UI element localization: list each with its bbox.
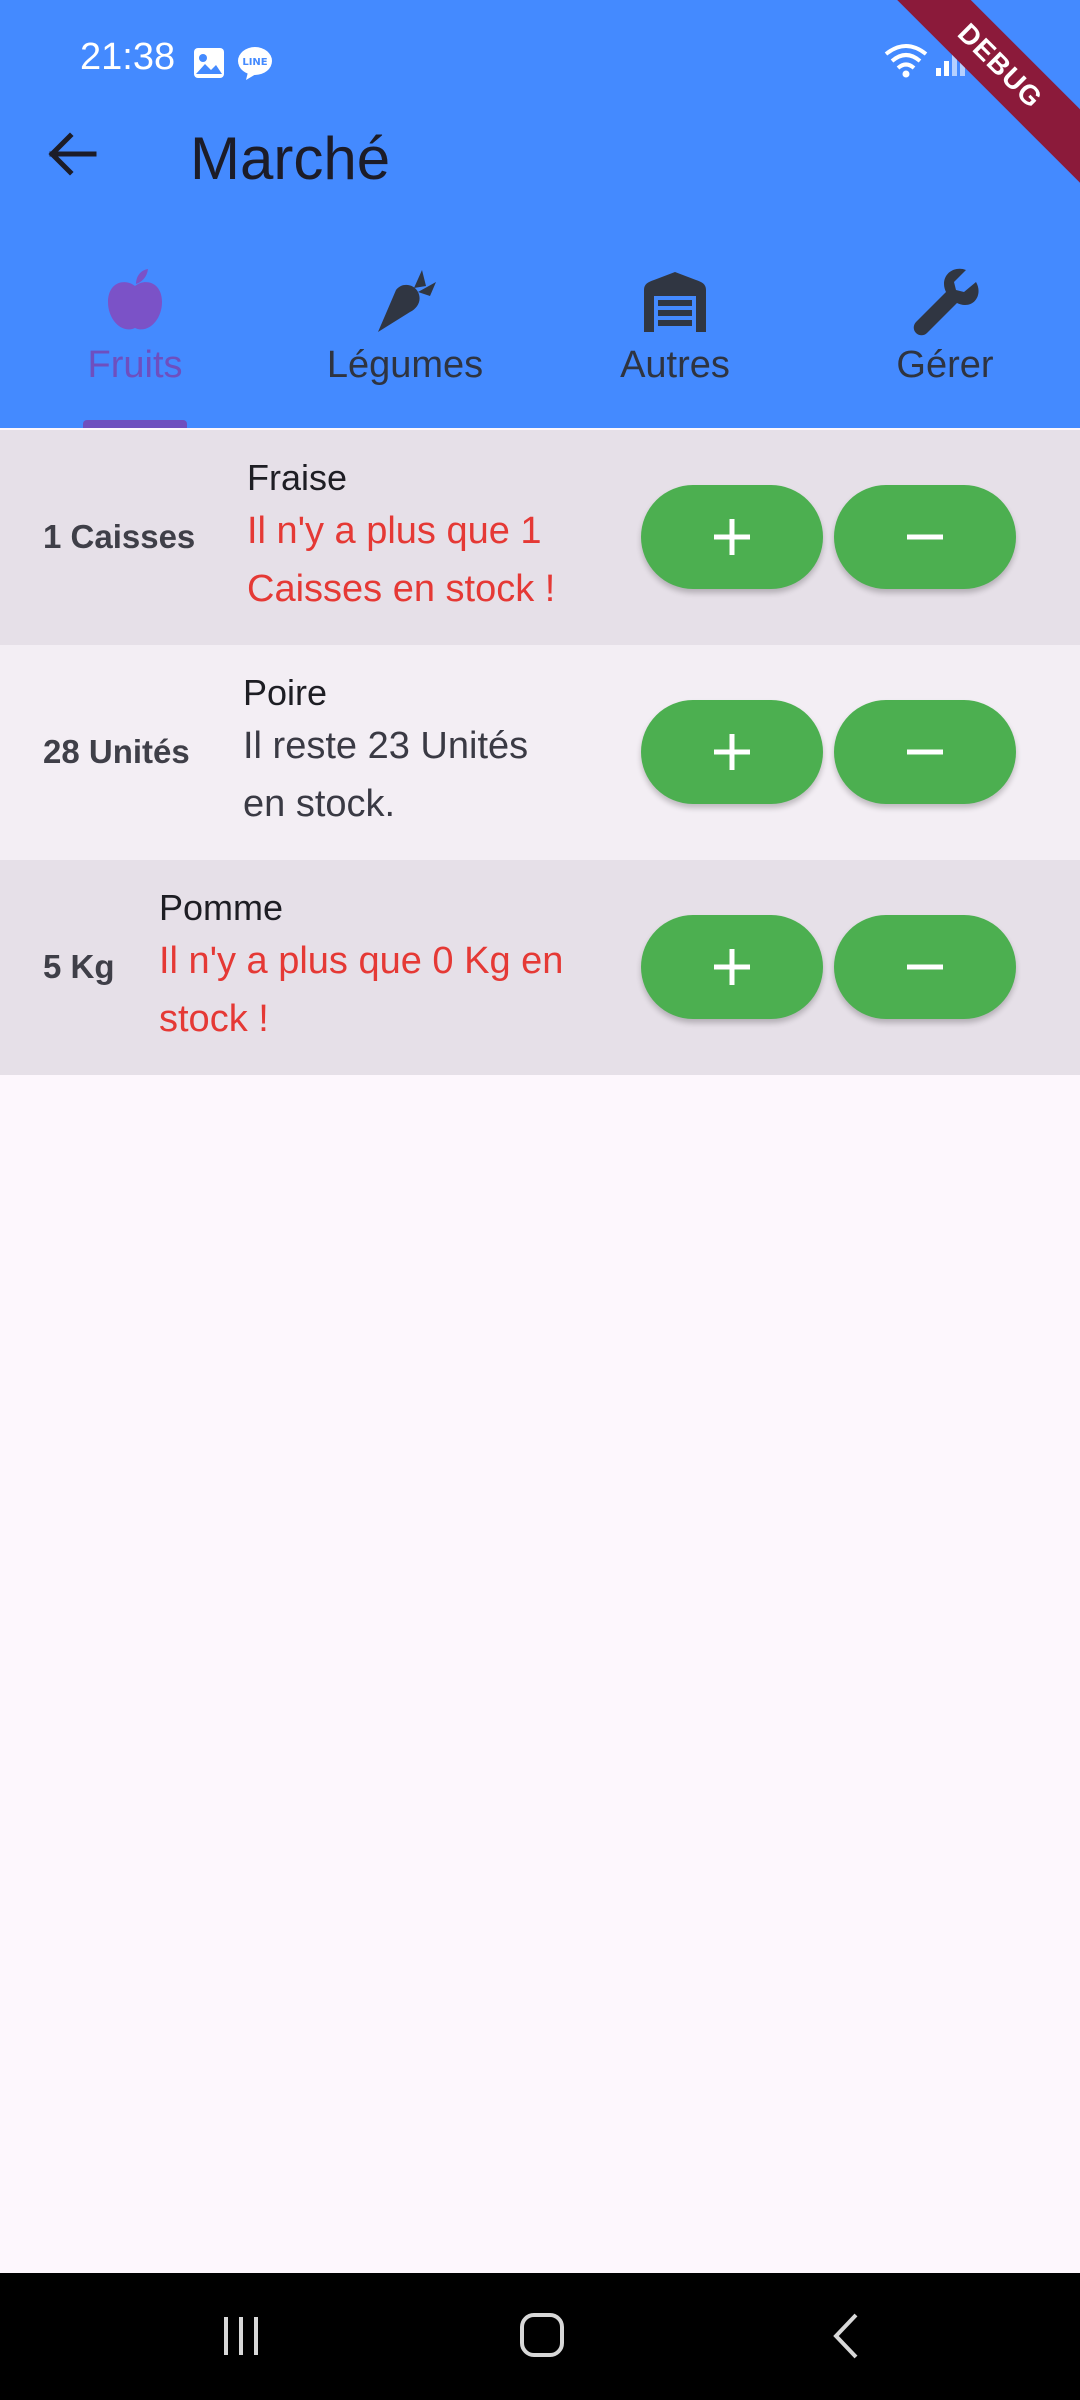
plus-icon — [714, 949, 750, 985]
item-stock-message: Il n'y a plus que 1 Caisses en stock ! — [247, 510, 556, 610]
item-stock-message: Il reste 23 Unités en stock. — [243, 725, 529, 825]
increment-button[interactable] — [641, 915, 823, 1019]
minus-icon — [907, 534, 943, 540]
gallery-icon — [194, 48, 224, 78]
line-icon: LINE — [238, 47, 272, 80]
minus-icon — [907, 964, 943, 970]
increment-button[interactable] — [641, 700, 823, 804]
decrement-button[interactable] — [834, 700, 1016, 804]
status-bar: 21:38 LINE — [0, 0, 1080, 120]
wifi-icon — [884, 44, 928, 78]
arrow-left-icon — [48, 132, 97, 176]
item-info: Fraise Il n'y a plus que 1 Caisses en sto… — [247, 456, 555, 618]
item-info: Poire Il reste 23 Unités en stock. — [243, 671, 528, 833]
back-button[interactable] — [40, 122, 104, 186]
system-nav-bar — [0, 2273, 1080, 2400]
tab-fruits[interactable]: Fruits — [0, 250, 270, 428]
decrement-button[interactable] — [834, 485, 1016, 589]
tab-label: Gérer — [896, 344, 994, 386]
item-stock-message: Il n'y a plus que 0 Kg en stock ! — [159, 940, 564, 1040]
apple-icon — [108, 269, 162, 330]
warehouse-icon — [644, 272, 706, 332]
plus-icon — [714, 734, 750, 770]
wrench-icon — [913, 268, 979, 336]
recents-icon[interactable] — [218, 2313, 264, 2359]
tab-label: Fruits — [87, 344, 183, 386]
home-icon[interactable] — [518, 2311, 566, 2359]
item-quantity: 1 Caisses — [43, 518, 196, 555]
tab-label: Légumes — [326, 344, 484, 386]
list-item-poire: 28 Unités Poire Il reste 23 Unités en sto… — [0, 645, 1080, 860]
plus-icon — [714, 519, 750, 555]
minus-icon — [907, 749, 943, 755]
tab-indicator — [83, 420, 187, 428]
item-name: Fraise — [247, 457, 348, 498]
item-name: Pomme — [159, 887, 284, 928]
decrement-button[interactable] — [834, 915, 1016, 1019]
item-quantity: 28 Unités — [43, 733, 190, 770]
app-bar: 21:38 LINE DEBUG Marché Fruits Légumes A… — [0, 0, 1080, 428]
page-title: Marché — [190, 125, 391, 192]
tab-label: Autres — [620, 344, 730, 386]
item-quantity: 5 Kg — [43, 948, 115, 985]
tab-bar: Fruits Légumes Autres Gérer — [0, 250, 1080, 428]
svg-text:LINE: LINE — [242, 57, 267, 68]
back-icon[interactable] — [826, 2311, 866, 2361]
carrot-icon — [378, 270, 436, 332]
tab-autres[interactable]: Autres — [540, 250, 810, 428]
tab-gerer[interactable]: Gérer — [810, 250, 1080, 428]
item-name: Poire — [243, 672, 328, 713]
item-info: Pomme Il n'y a plus que 0 Kg en stock ! — [159, 886, 563, 1048]
battery-icon — [980, 41, 1000, 79]
increment-button[interactable] — [641, 485, 823, 589]
status-time: 21:38 — [80, 36, 176, 78]
signal-icon — [936, 47, 965, 76]
list-item-pomme: 5 Kg Pomme Il n'y a plus que 0 Kg en stoc… — [0, 860, 1080, 1075]
tab-legumes[interactable]: Légumes — [270, 250, 540, 428]
list-item-fraise: 1 Caisses Fraise Il n'y a plus que 1 Cais… — [0, 430, 1080, 645]
